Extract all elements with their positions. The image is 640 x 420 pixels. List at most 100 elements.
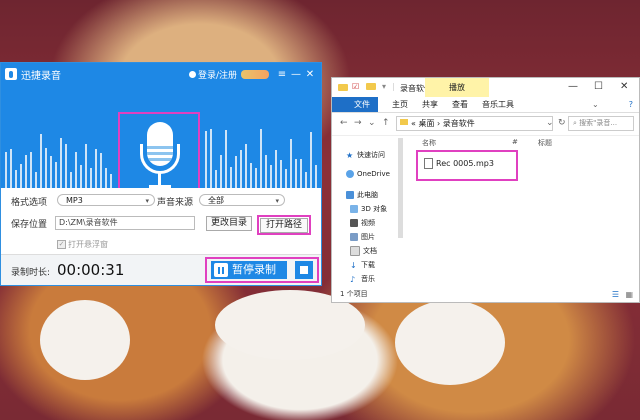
document-icon [350,246,360,256]
column-name[interactable]: 名称 [422,138,436,148]
waveform-bar [50,156,52,188]
waveform-bar [5,152,7,188]
vip-badge-icon[interactable] [241,69,269,79]
microphone-highlight[interactable] [118,112,200,188]
nav-item-3d-objects[interactable]: 3D 对象 [350,204,387,214]
waveform-bar [305,172,307,188]
minimize-icon[interactable]: — [289,69,303,80]
close-icon[interactable]: ✕ [620,81,628,92]
refresh-icon[interactable]: ↻ [558,118,566,128]
search-input[interactable]: ⌕ 搜索"录音... [568,116,634,131]
format-value: MP3 [66,196,83,205]
waveform-bar [280,160,282,188]
nav-item-this-pc[interactable]: 此电脑 [346,190,378,200]
microphone-stem [158,172,161,186]
waveform-bar [255,168,257,188]
waveform-bar [235,156,237,188]
waveform-bar [105,168,107,188]
expand-ribbon-icon[interactable]: ⌄ [578,97,615,112]
download-icon: ↓ [350,261,357,270]
waveform-bar [265,155,267,188]
waveform-bar [225,130,227,188]
waveform-bar [315,165,317,188]
tab-view[interactable]: 查看 [438,97,468,112]
change-dir-button[interactable]: 更改目录 [206,216,252,231]
breadcrumb-desktop[interactable]: 桌面 [418,119,434,128]
up-arrow-icon[interactable]: ↑ [382,118,390,128]
nav-item-videos[interactable]: 视频 [350,218,375,228]
ribbon-tabs: 文件 主页 共享 查看 音乐工具 ⌄ ? [332,97,639,113]
nav-label: 此电脑 [357,191,378,199]
waveform-bar [95,149,97,188]
minimize-icon[interactable]: — [568,81,578,92]
pause-icon [214,263,228,277]
nav-label: 视频 [361,219,375,227]
star-icon: ★ [346,151,354,160]
waveform-bar [55,162,57,188]
waveform-bar [270,165,272,188]
column-title[interactable]: 标题 [538,138,552,148]
pause-recording-button[interactable]: 暂停录制 [211,261,287,279]
waveform-bar [80,165,82,188]
address-bar[interactable]: « 桌面 › 录音软件 [396,116,553,131]
new-folder-icon[interactable] [366,83,376,90]
app-logo-icon [5,68,17,80]
waveform-bar [295,159,297,188]
recent-dropdown-icon[interactable]: ⌄ [368,118,376,128]
details-view-icon[interactable]: ☰ [612,290,619,299]
stop-button[interactable] [295,261,313,279]
nav-label: 下载 [361,261,375,269]
format-select[interactable]: MP3 ▾ [57,194,155,206]
source-select[interactable]: 全部 ▾ [199,194,285,206]
tab-file[interactable]: 文件 [332,97,378,112]
nav-label: 3D 对象 [361,205,388,213]
waveform-bar [70,172,72,188]
login-link[interactable]: 登录/注册 [188,68,237,81]
source-label: 声音来源 [157,198,194,208]
navigation-pane: ★ 快速访问 OneDrive 此电脑 3D 对象 视频 图片 文档 ↓ 下载 ♪ 音… [332,138,404,288]
help-icon[interactable]: ? [615,97,639,112]
save-path-field[interactable]: D:\ZM\录音软件 [55,216,195,230]
back-arrow-icon[interactable]: ← [340,118,348,128]
nav-label: 音乐 [361,275,375,283]
chevron-down-icon: ▾ [145,197,149,205]
address-bar-row: ← → ⌄ ↑ « 桌面 › 录音软件 ⌄ ↻ ⌕ 搜索"录音... [332,113,639,136]
title-divider: | [392,82,395,91]
maximize-icon[interactable]: ☐ [594,81,603,92]
close-icon[interactable]: ✕ [303,69,317,80]
large-icons-view-icon[interactable]: ▦ [625,290,633,299]
nav-item-music[interactable]: ♪ 音乐 [350,274,375,284]
tab-home[interactable]: 主页 [378,97,408,112]
cube-icon [350,205,358,213]
forward-arrow-icon[interactable]: → [354,118,362,128]
nav-item-onedrive[interactable]: OneDrive [346,170,390,178]
nav-item-downloads[interactable]: ↓ 下载 [350,260,375,270]
file-list: 名称 # 标题 Rec 0005.mp3 [412,138,638,288]
properties-icon[interactable]: ☑ [352,82,359,91]
tab-music-tools[interactable]: 音乐工具 [468,97,514,112]
menu-icon[interactable]: ≡ [275,69,289,80]
waveform-bar [215,170,217,188]
waveform-bar [25,155,27,188]
waveform-bar [20,164,22,188]
nav-item-quick-access[interactable]: ★ 快速访问 [346,150,385,160]
audio-file-icon [424,158,433,169]
column-number[interactable]: # [512,138,518,146]
open-path-button[interactable]: 打开路径 [260,218,308,233]
stop-icon [300,266,308,274]
computer-icon [346,191,354,199]
waveform-bar [230,167,232,188]
nav-item-pictures[interactable]: 图片 [350,232,375,242]
float-window-checkbox[interactable]: ✓ [57,240,66,249]
list-item[interactable]: Rec 0005.mp3 [424,158,494,169]
waveform-bar [65,144,67,188]
recorder-window: 迅捷录音 登录/注册 ≡ — ✕ 格式选项 MP3 ▾ 声音来源 全部 ▾ 保存… [0,62,322,286]
nav-item-documents[interactable]: 文档 [350,246,377,256]
nav-scrollbar[interactable] [398,138,403,238]
recorder-titlebar: 迅捷录音 登录/注册 ≡ — ✕ [1,63,321,85]
play-tool-tab[interactable]: 播放 [425,78,489,97]
tab-share[interactable]: 共享 [408,97,438,112]
breadcrumb-folder[interactable]: 录音软件 [443,119,475,128]
quick-access-dropdown-icon[interactable]: ▾ [382,82,386,91]
address-dropdown-icon[interactable]: ⌄ [546,118,554,128]
